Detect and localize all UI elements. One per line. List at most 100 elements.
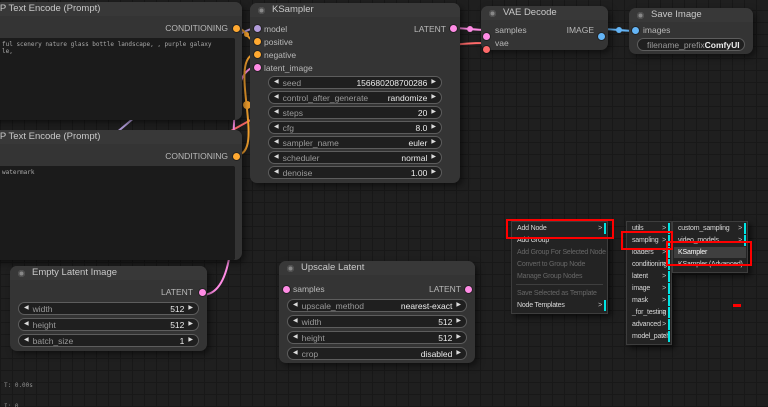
- menu-item-model-patches[interactable]: model_patches>: [628, 331, 670, 342]
- increment-arrow-icon[interactable]: ▶: [431, 91, 436, 104]
- widget-filename-prefix[interactable]: filename_prefixComfyUI: [637, 38, 745, 51]
- widget-width[interactable]: ◀width512▶: [287, 315, 467, 328]
- decrement-arrow-icon[interactable]: ◀: [274, 151, 279, 164]
- menu-item-advanced[interactable]: advanced>: [628, 319, 670, 330]
- node-graph-canvas[interactable]: LIP Text Encode (Prompt) CONDITIONING fu…: [0, 0, 768, 407]
- node-upscale-latent[interactable]: Upscale Latent samples LATENT ◀upscale_m…: [279, 261, 475, 363]
- output-dot-conditioning[interactable]: [233, 25, 240, 32]
- output-dot-latent[interactable]: [465, 286, 472, 293]
- output-dot-conditioning[interactable]: [233, 153, 240, 160]
- menu-item-video-models[interactable]: video_models>: [674, 235, 746, 246]
- decrement-arrow-icon[interactable]: ◀: [293, 347, 298, 360]
- decrement-arrow-icon[interactable]: ◀: [24, 334, 29, 347]
- prompt-textarea[interactable]: ful scenery nature glass bottle landscap…: [0, 38, 235, 120]
- menu-item-add-group-for-selected-nodes: Add Group For Selected Nodes: [513, 247, 606, 258]
- increment-arrow-icon[interactable]: ▶: [188, 302, 193, 315]
- increment-arrow-icon[interactable]: ▶: [431, 136, 436, 149]
- menu-item-for-testing[interactable]: _for_testing>: [628, 307, 670, 318]
- node-ksampler[interactable]: KSampler model positive negative latent_…: [250, 3, 460, 183]
- node-title: VAE Decode: [481, 6, 608, 20]
- menu-item-ksampler[interactable]: KSampler: [674, 247, 746, 258]
- output-slot-latent: LATENT: [279, 283, 475, 296]
- widget-denoise[interactable]: ◀denoise1.00▶: [268, 166, 442, 179]
- widget-sampler-name[interactable]: ◀sampler_nameeuler▶: [268, 136, 442, 149]
- menu-item-image[interactable]: image>: [628, 283, 670, 294]
- widget-stack: filename_prefixComfyUI: [629, 38, 753, 54]
- input-dot-vae[interactable]: [483, 46, 490, 53]
- increment-arrow-icon[interactable]: ▶: [456, 315, 461, 328]
- increment-arrow-icon[interactable]: ▶: [456, 331, 461, 344]
- increment-arrow-icon[interactable]: ▶: [431, 166, 436, 179]
- submenu-arrow-icon: >: [662, 295, 666, 306]
- collapse-dot-icon[interactable]: [637, 12, 644, 19]
- widget-scheduler[interactable]: ◀schedulernormal▶: [268, 151, 442, 164]
- increment-arrow-icon[interactable]: ▶: [456, 299, 461, 312]
- menu-item-utils[interactable]: utils>: [628, 223, 670, 234]
- increment-arrow-icon[interactable]: ▶: [431, 106, 436, 119]
- output-dot-latent[interactable]: [450, 25, 457, 32]
- widget-batch-size[interactable]: ◀batch_size1▶: [18, 334, 199, 347]
- input-dot-images[interactable]: [632, 27, 639, 34]
- output-dot-latent[interactable]: [199, 289, 206, 296]
- menu-item-add-group[interactable]: Add Group: [513, 235, 606, 246]
- menu-item-loaders[interactable]: loaders>: [628, 247, 670, 258]
- decrement-arrow-icon[interactable]: ◀: [293, 315, 298, 328]
- prompt-textarea[interactable]: watermark: [0, 166, 235, 260]
- increment-arrow-icon[interactable]: ▶: [431, 76, 436, 89]
- decrement-arrow-icon[interactable]: ◀: [293, 331, 298, 344]
- node-submenu: custom_sampling> video_models> KSampler …: [672, 221, 748, 273]
- increment-arrow-icon[interactable]: ▶: [456, 347, 461, 360]
- menu-item-ksampler-advanced[interactable]: KSampler (Advanced): [674, 259, 746, 270]
- node-title-text: LIP Text Encode (Prompt): [0, 3, 100, 14]
- node-save-image[interactable]: Save Image images filename_prefixComfyUI: [629, 8, 753, 54]
- output-slot-conditioning: CONDITIONING: [0, 150, 242, 163]
- menu-item-custom-sampling[interactable]: custom_sampling>: [674, 223, 746, 234]
- increment-arrow-icon[interactable]: ▶: [188, 334, 193, 347]
- increment-arrow-icon[interactable]: ▶: [431, 121, 436, 134]
- input-dot-latent-image[interactable]: [254, 64, 261, 71]
- increment-arrow-icon[interactable]: ▶: [188, 318, 193, 331]
- collapse-dot-icon[interactable]: [287, 265, 294, 272]
- decrement-arrow-icon[interactable]: ◀: [24, 318, 29, 331]
- output-dot-image[interactable]: [598, 33, 605, 40]
- node-clip-text-encode-negative[interactable]: LIP Text Encode (Prompt) CONDITIONING wa…: [0, 130, 242, 260]
- collapse-dot-icon[interactable]: [18, 270, 25, 277]
- widget-seed[interactable]: ◀seed156680208700286▶: [268, 76, 442, 89]
- node-vae-decode[interactable]: VAE Decode samples vae IMAGE: [481, 6, 608, 50]
- input-slot-vae: vae: [481, 37, 608, 50]
- decrement-arrow-icon[interactable]: ◀: [274, 91, 279, 104]
- decrement-arrow-icon[interactable]: ◀: [274, 76, 279, 89]
- widget-width[interactable]: ◀width512▶: [18, 302, 199, 315]
- widget-upscale-method[interactable]: ◀upscale_methodnearest-exact▶: [287, 299, 467, 312]
- status-iterations: I: 0: [4, 403, 37, 407]
- widget-steps[interactable]: ◀steps20▶: [268, 106, 442, 119]
- node-empty-latent-image[interactable]: Empty Latent Image LATENT ◀width512▶ ◀he…: [10, 266, 207, 351]
- node-title-text: Save Image: [651, 9, 702, 20]
- decrement-arrow-icon[interactable]: ◀: [293, 299, 298, 312]
- decrement-arrow-icon[interactable]: ◀: [274, 121, 279, 134]
- decrement-arrow-icon[interactable]: ◀: [24, 302, 29, 315]
- menu-item-add-node[interactable]: Add Node>: [513, 223, 606, 234]
- menu-item-latent[interactable]: latent>: [628, 271, 670, 282]
- decrement-arrow-icon[interactable]: ◀: [274, 166, 279, 179]
- menu-item-sampling[interactable]: sampling>: [628, 235, 670, 246]
- decrement-arrow-icon[interactable]: ◀: [274, 136, 279, 149]
- increment-arrow-icon[interactable]: ▶: [431, 151, 436, 164]
- widget-crop[interactable]: ◀cropdisabled▶: [287, 347, 467, 360]
- collapse-dot-icon[interactable]: [489, 10, 496, 17]
- submenu-arrow-icon: >: [662, 247, 666, 258]
- input-dot-negative[interactable]: [254, 51, 261, 58]
- collapse-dot-icon[interactable]: [258, 7, 265, 14]
- menu-item-conditioning[interactable]: conditioning>: [628, 259, 670, 270]
- node-clip-text-encode-positive[interactable]: LIP Text Encode (Prompt) CONDITIONING fu…: [0, 2, 242, 120]
- widget-height[interactable]: ◀height512▶: [18, 318, 199, 331]
- node-title: KSampler: [250, 3, 460, 17]
- input-dot-positive[interactable]: [254, 38, 261, 45]
- menu-item-mask[interactable]: mask>: [628, 295, 670, 306]
- node-title: Upscale Latent: [279, 261, 475, 275]
- widget-height[interactable]: ◀height512▶: [287, 331, 467, 344]
- decrement-arrow-icon[interactable]: ◀: [274, 106, 279, 119]
- widget-control-after-generate[interactable]: ◀control_after_generaterandomize▶: [268, 91, 442, 104]
- widget-cfg[interactable]: ◀cfg8.0▶: [268, 121, 442, 134]
- menu-item-node-templates[interactable]: Node Templates>: [513, 300, 606, 311]
